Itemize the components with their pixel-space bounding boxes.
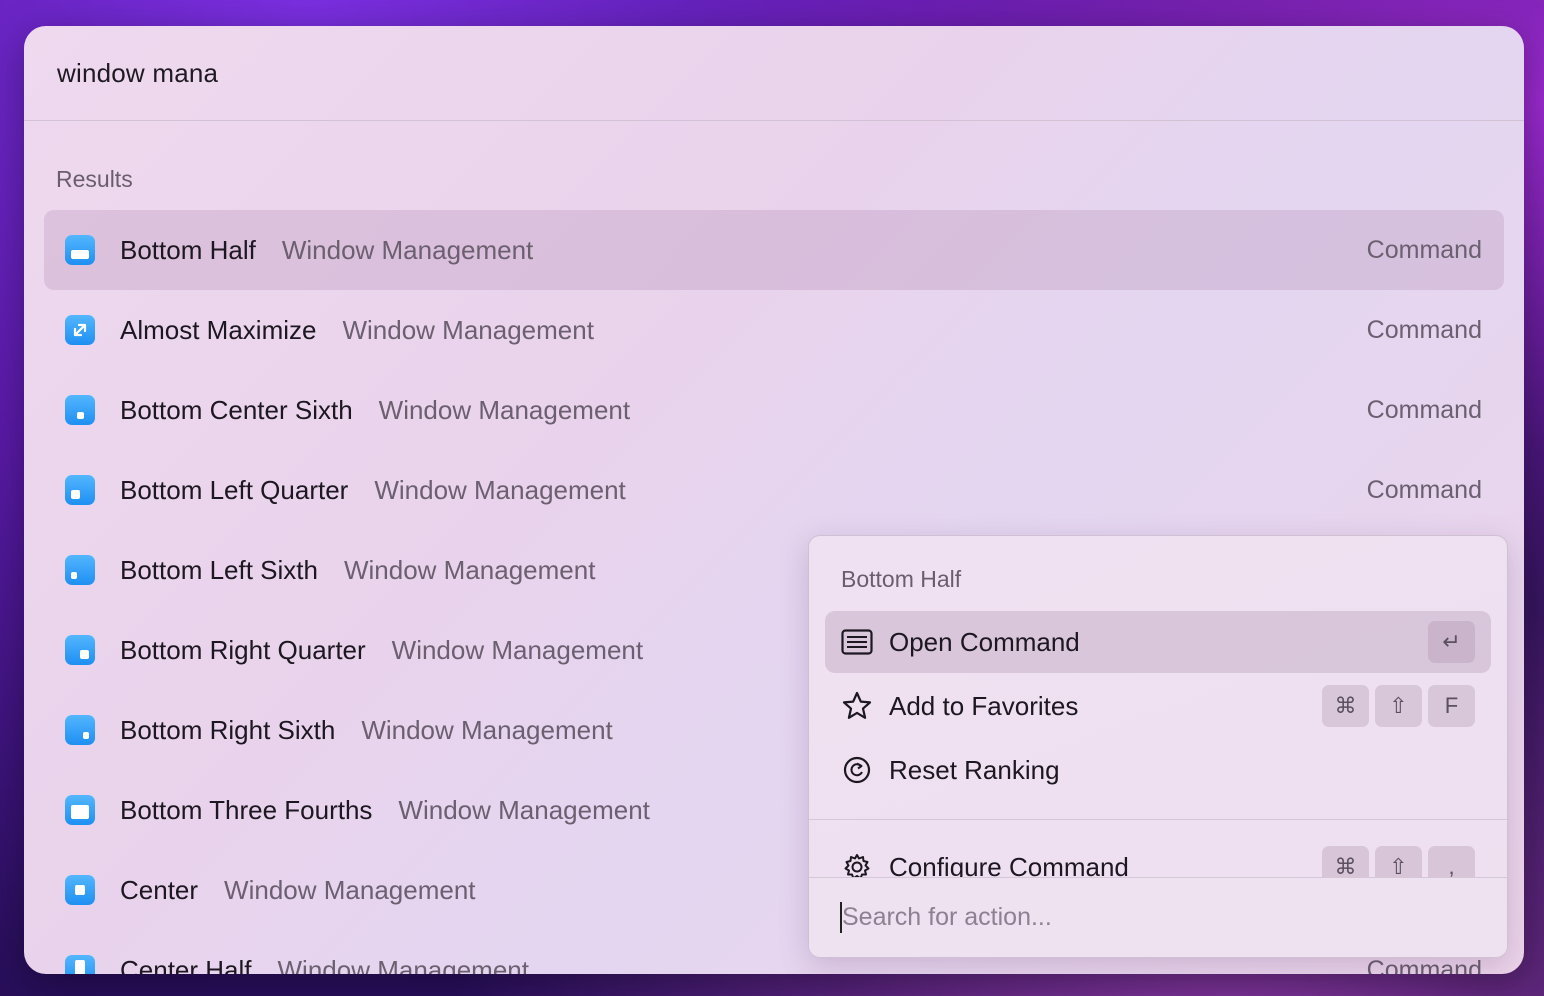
result-title: Center bbox=[120, 874, 199, 905]
bottom-left-quarter-icon bbox=[65, 475, 95, 505]
result-title: Bottom Left Sixth bbox=[120, 554, 318, 585]
result-subtitle: Window Management bbox=[361, 714, 613, 745]
result-title: Bottom Left Quarter bbox=[120, 474, 349, 505]
result-kind: Command bbox=[1366, 955, 1482, 975]
action-panel-title: Bottom Half bbox=[841, 566, 962, 592]
result-kind: Command bbox=[1366, 395, 1482, 424]
result-kind: Command bbox=[1366, 315, 1482, 344]
action-panel: Bottom Half Open Command ↵ Add to Favori… bbox=[808, 535, 1508, 958]
result-subtitle: Window Management bbox=[374, 474, 626, 505]
result-title: Center Half bbox=[120, 954, 252, 975]
result-title: Almost Maximize bbox=[120, 314, 317, 345]
result-subtitle: Window Management bbox=[343, 554, 596, 585]
bottom-center-sixth-icon bbox=[65, 395, 95, 425]
result-title: Bottom Three Fourths bbox=[120, 794, 373, 825]
result-kind: Command bbox=[1366, 235, 1482, 264]
result-subtitle: Window Management bbox=[281, 234, 534, 265]
shortcut-keys: ↵ bbox=[1428, 621, 1475, 663]
reset-icon bbox=[841, 754, 873, 786]
result-subtitle: Window Management bbox=[391, 634, 644, 665]
search-query[interactable]: window mana bbox=[57, 58, 218, 89]
action-label: Add to Favorites bbox=[889, 690, 1079, 721]
result-subtitle: Window Management bbox=[224, 874, 476, 905]
action-search-bar bbox=[809, 877, 1507, 957]
action-open-command[interactable]: Open Command ↵ bbox=[825, 611, 1491, 673]
result-row-bottom-center-sixth[interactable]: Bottom Center Sixth Window Management Co… bbox=[44, 370, 1504, 450]
star-icon bbox=[841, 690, 873, 722]
result-subtitle: Window Management bbox=[277, 954, 529, 975]
result-title: Bottom Center Sixth bbox=[120, 394, 353, 425]
action-label: Reset Ranking bbox=[889, 754, 1060, 785]
bottom-right-sixth-icon bbox=[65, 715, 95, 745]
center-icon bbox=[65, 875, 95, 905]
center-half-icon bbox=[65, 955, 95, 974]
result-title: Bottom Half bbox=[120, 234, 256, 265]
bottom-right-quarter-icon bbox=[65, 635, 95, 665]
bottom-half-icon bbox=[65, 235, 95, 265]
result-row-almost-maximize[interactable]: Almost Maximize Window Management Comman… bbox=[44, 290, 1504, 370]
bottom-three-fourths-icon bbox=[65, 795, 95, 825]
action-search-input[interactable] bbox=[840, 902, 1444, 933]
shortcut-key: ⇧ bbox=[1375, 685, 1422, 727]
almost-maximize-icon bbox=[65, 315, 95, 345]
shortcut-key: ↵ bbox=[1428, 621, 1475, 663]
result-subtitle: Window Management bbox=[378, 394, 631, 425]
result-row-bottom-left-quarter[interactable]: Bottom Left Quarter Window Management Co… bbox=[44, 450, 1504, 530]
result-subtitle: Window Management bbox=[342, 314, 594, 345]
shortcut-key: ⌘ bbox=[1322, 685, 1369, 727]
action-divider bbox=[809, 819, 1507, 820]
result-subtitle: Window Management bbox=[398, 794, 650, 825]
shortcut-key: F bbox=[1428, 685, 1475, 727]
result-row-bottom-half[interactable]: Bottom Half Window Management Command bbox=[44, 210, 1504, 290]
shortcut-keys: ⌘ ⇧ F bbox=[1322, 685, 1475, 727]
result-title: Bottom Right Sixth bbox=[120, 714, 336, 745]
action-label: Open Command bbox=[889, 626, 1080, 657]
action-add-to-favorites[interactable]: Add to Favorites ⌘ ⇧ F bbox=[825, 675, 1491, 737]
results-section-label: Results bbox=[56, 166, 133, 192]
bottom-left-sixth-icon bbox=[65, 555, 95, 585]
action-reset-ranking[interactable]: Reset Ranking bbox=[825, 739, 1491, 801]
result-kind: Command bbox=[1366, 475, 1482, 504]
result-title: Bottom Right Quarter bbox=[120, 634, 366, 665]
search-bar[interactable]: window mana bbox=[24, 26, 1524, 121]
list-icon bbox=[841, 626, 873, 658]
